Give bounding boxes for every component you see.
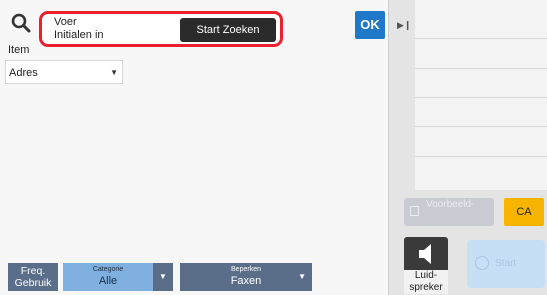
item-label: Item bbox=[8, 44, 30, 56]
preview-label: Voorbeeld- bbox=[426, 199, 475, 210]
divider bbox=[415, 126, 547, 127]
limit-caption: Beperken bbox=[231, 266, 261, 273]
divider bbox=[415, 38, 547, 39]
divider bbox=[415, 68, 547, 69]
search-icon[interactable] bbox=[10, 12, 32, 34]
ok-button[interactable]: OK bbox=[355, 11, 385, 39]
category-dropdown-icon[interactable]: ▼ bbox=[153, 263, 173, 291]
limit-value: Faxen bbox=[230, 275, 262, 287]
divider bbox=[415, 156, 547, 157]
search-box: Voer Initialen in Start Zoeken bbox=[39, 11, 283, 47]
right-pane: ▶❙ Voorbeeld- CA Luid- spreker Start bbox=[388, 0, 547, 295]
preview-button[interactable]: Voorbeeld- bbox=[404, 198, 494, 226]
address-select-value: Adres bbox=[9, 67, 38, 79]
category-value: Alle bbox=[98, 275, 118, 287]
limit-button[interactable]: Beperken Faxen ▼ bbox=[180, 263, 312, 291]
clear-all-button[interactable]: CA bbox=[504, 198, 544, 226]
chevron-down-icon: ▼ bbox=[298, 272, 306, 281]
start-button[interactable]: Start bbox=[467, 240, 545, 288]
category-caption: Categorie bbox=[92, 266, 124, 273]
speaker-icon bbox=[419, 244, 431, 264]
divider bbox=[415, 97, 547, 98]
start-label: Start bbox=[495, 258, 517, 269]
start-icon bbox=[475, 256, 489, 270]
chevron-down-icon: ▼ bbox=[110, 68, 118, 77]
search-input[interactable]: Voer Initialen in bbox=[54, 16, 174, 44]
frequent-use-button[interactable]: Freq. Gebruik bbox=[8, 263, 58, 291]
speaker-label: Luid- spreker bbox=[404, 270, 448, 294]
document-icon bbox=[410, 206, 419, 216]
category-button[interactable]: Categorie Alle bbox=[63, 263, 153, 291]
address-select[interactable]: Adres ▼ bbox=[5, 60, 123, 84]
collapse-icon[interactable]: ▶❙ bbox=[397, 20, 411, 31]
speaker-button[interactable] bbox=[404, 237, 448, 271]
preview-area bbox=[415, 0, 547, 190]
start-search-button[interactable]: Start Zoeken bbox=[180, 18, 276, 42]
